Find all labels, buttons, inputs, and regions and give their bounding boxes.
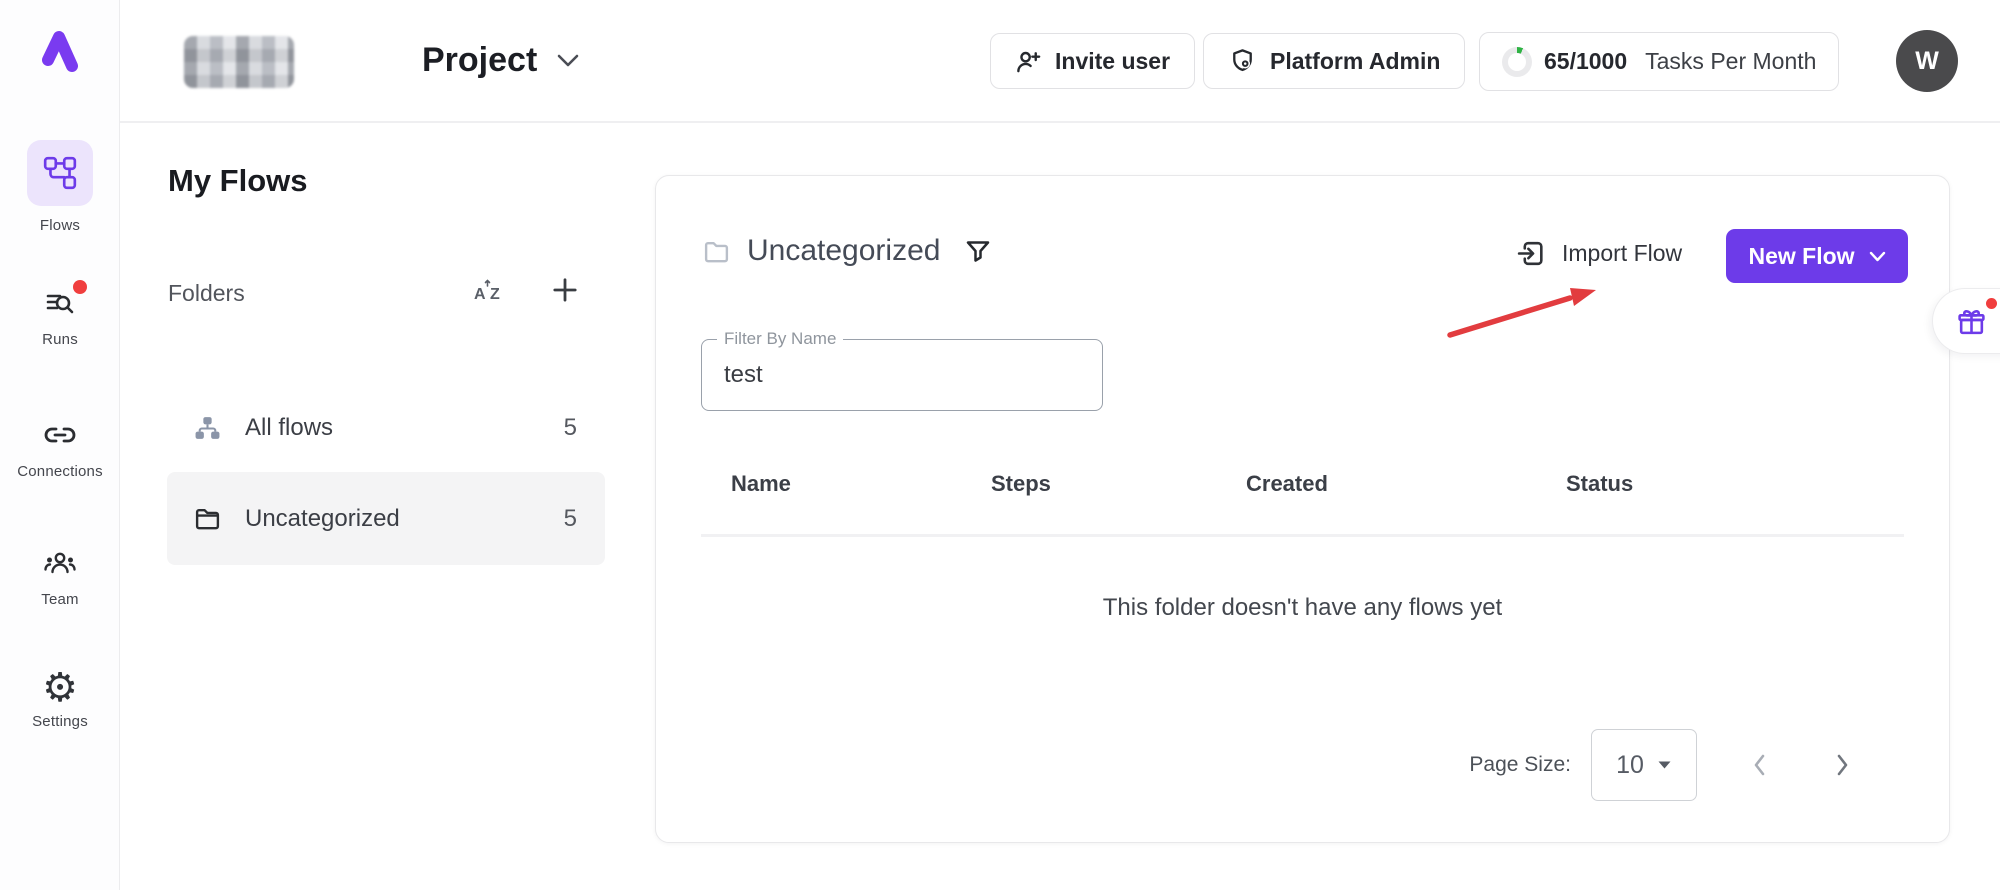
avatar[interactable]: W	[1896, 30, 1958, 92]
sidebar-item-settings[interactable]: ⚙︎ Settings	[0, 668, 120, 730]
page-size-select[interactable]: 10	[1591, 729, 1697, 801]
platform-admin-label: Platform Admin	[1270, 48, 1440, 75]
plus-icon	[550, 275, 580, 305]
empty-state-message: This folder doesn't have any flows yet	[656, 594, 1949, 622]
avatar-initial: W	[1915, 47, 1939, 76]
funnel-icon	[965, 238, 991, 264]
filter-by-name-input[interactable]	[702, 340, 1102, 410]
flows-icon	[42, 155, 78, 191]
table-header-divider	[701, 534, 1904, 537]
folder-icon	[194, 505, 221, 532]
censored-project-name	[184, 36, 294, 88]
previous-page-button[interactable]	[1751, 751, 1767, 779]
import-flow-label: Import Flow	[1562, 240, 1682, 267]
app-logo[interactable]	[0, 24, 120, 80]
gift-notification-dot	[1986, 298, 1997, 309]
platform-admin-button[interactable]: Platform Admin	[1203, 33, 1465, 89]
column-header-name: Name	[731, 471, 791, 497]
import-flow-button[interactable]: Import Flow	[1516, 238, 1682, 269]
activepieces-logo-icon	[34, 24, 86, 80]
link-icon	[42, 418, 78, 452]
sidebar-item-flows[interactable]: Flows	[0, 140, 120, 234]
folder-count: 5	[564, 505, 577, 533]
sidebar-item-runs[interactable]: Runs	[0, 288, 120, 348]
folder-outline-icon	[703, 238, 730, 265]
sidebar-item-team[interactable]: Team	[0, 546, 120, 608]
gear-icon: ⚙︎	[42, 668, 78, 708]
next-page-button[interactable]	[1835, 751, 1851, 779]
project-title: Project	[422, 41, 537, 80]
sidebar-item-connections[interactable]: Connections	[0, 418, 120, 480]
hierarchy-icon	[194, 415, 221, 442]
sort-az-icon: A Z	[473, 277, 505, 305]
new-flow-button[interactable]: New Flow	[1726, 229, 1908, 283]
tasks-usage-caption: Tasks Per Month	[1645, 48, 1816, 75]
folder-name: Uncategorized	[245, 505, 400, 533]
svg-text:A: A	[474, 286, 486, 303]
add-folder-button[interactable]	[550, 275, 580, 305]
sidebar-item-label: Team	[41, 591, 78, 608]
sidebar-item-label: Runs	[42, 331, 78, 348]
chevron-right-icon	[1835, 751, 1851, 779]
page-size-value: 10	[1616, 751, 1644, 780]
sidebar-rail: Flows Runs Connections	[0, 0, 120, 890]
folder-item-uncategorized[interactable]: Uncategorized 5	[167, 472, 605, 565]
shield-icon	[1228, 47, 1257, 76]
topbar: Project Invite user Platform Admin 65/10…	[120, 0, 2000, 123]
column-header-status: Status	[1566, 471, 1633, 497]
folders-section-label: Folders	[168, 280, 245, 307]
runs-icon	[43, 288, 77, 320]
svg-text:Z: Z	[490, 286, 500, 303]
folders-header: Folders A Z	[168, 280, 605, 307]
team-icon	[42, 546, 78, 580]
folder-item-all-flows[interactable]: All flows 5	[167, 398, 605, 458]
invite-user-button[interactable]: Invite user	[990, 33, 1195, 89]
filter-by-name-field: Filter By Name	[701, 339, 1103, 411]
import-icon	[1516, 238, 1547, 269]
tasks-progress-ring	[1502, 47, 1532, 77]
project-switcher[interactable]: Project	[302, 0, 579, 121]
gift-icon	[1956, 306, 1987, 337]
caret-down-icon	[1657, 760, 1672, 770]
page-title: My Flows	[168, 163, 308, 199]
user-plus-icon	[1015, 48, 1042, 75]
sort-az-button[interactable]: A Z	[473, 277, 505, 305]
page-size-label: Page Size:	[1469, 753, 1571, 777]
flows-card: Uncategorized Import Flow New Flow Filte…	[655, 175, 1950, 843]
chevron-left-icon	[1751, 751, 1767, 779]
chevron-down-icon	[1869, 251, 1886, 262]
column-header-steps: Steps	[991, 471, 1051, 497]
tasks-usage-value: 65/1000	[1544, 48, 1627, 75]
tasks-usage-button[interactable]: 65/1000 Tasks Per Month	[1479, 32, 1839, 91]
sidebar-item-label: Connections	[17, 463, 103, 480]
runs-notification-dot	[73, 280, 87, 294]
filter-toggle-button[interactable]	[965, 238, 991, 264]
folder-count: 5	[564, 414, 577, 442]
flows-active-pill	[27, 140, 93, 206]
sidebar-item-label: Flows	[40, 217, 80, 234]
invite-user-label: Invite user	[1055, 48, 1170, 75]
pagination: Page Size: 10	[1469, 728, 1851, 802]
column-header-created: Created	[1246, 471, 1328, 497]
filter-field-label: Filter By Name	[717, 329, 843, 349]
folder-name: All flows	[245, 414, 333, 442]
sidebar-item-label: Settings	[32, 713, 88, 730]
current-folder-title: Uncategorized	[747, 234, 940, 268]
whats-new-tab[interactable]	[1932, 288, 2000, 354]
chevron-down-icon	[557, 54, 579, 67]
new-flow-label: New Flow	[1748, 243, 1854, 270]
